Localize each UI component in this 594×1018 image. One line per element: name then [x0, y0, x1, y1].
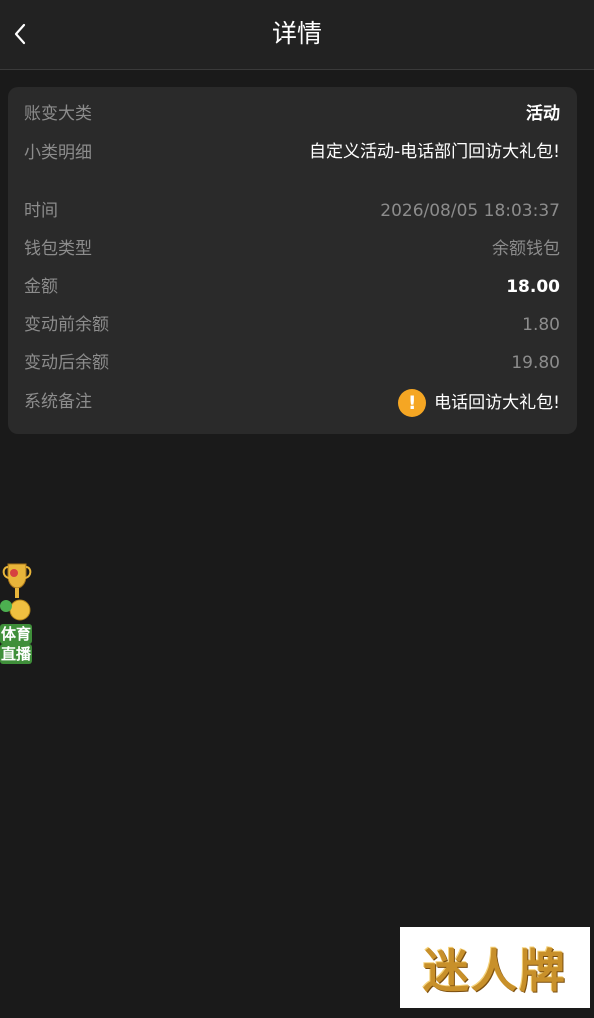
wallet-type-label: 钱包类型 — [24, 239, 92, 259]
page-title: 详情 — [271, 19, 322, 48]
row-time: 时间 2026/08/05 18:03:37 — [24, 198, 560, 224]
subcategory-label: 小类明细 — [24, 143, 92, 163]
sports-live-floating-button[interactable]: 体育 直播 — [0, 560, 34, 664]
amount-label: 金额 — [24, 277, 58, 297]
wallet-type-value: 余额钱包 — [492, 239, 560, 259]
row-remark: 系统备注 ! 电话回访大礼包! — [24, 389, 560, 417]
time-label: 时间 — [24, 201, 58, 221]
category-label: 账变大类 — [24, 104, 92, 124]
balance-after-label: 变动后余额 — [24, 353, 109, 373]
row-wallet-type: 钱包类型 余额钱包 — [24, 236, 560, 262]
subcategory-value: 自定义活动-电话部门回访大礼包! — [309, 142, 560, 162]
header-bar: 详情 — [0, 0, 594, 70]
time-value: 2026/08/05 18:03:37 — [380, 201, 560, 221]
remark-value-group: ! 电话回访大礼包! — [398, 389, 560, 417]
balance-before-label: 变动前余额 — [24, 315, 109, 335]
trophy-icon — [0, 563, 32, 621]
brand-watermark: 迷人牌 — [400, 927, 590, 1008]
row-balance-before: 变动前余额 1.80 — [24, 312, 560, 338]
exclamation-icon: ! — [398, 389, 427, 417]
badge-line-1: 体育 — [0, 624, 32, 644]
row-subcategory: 小类明细 自定义活动-电话部门回访大礼包! — [24, 140, 560, 166]
balance-before-value: 1.80 — [522, 315, 560, 335]
detail-card: 账变大类 活动 小类明细 自定义活动-电话部门回访大礼包! 时间 2026/08… — [8, 87, 577, 434]
category-value: 活动 — [526, 104, 560, 124]
balance-after-value: 19.80 — [511, 353, 560, 373]
row-balance-after: 变动后余额 19.80 — [24, 350, 560, 376]
watermark-text: 迷人牌 — [423, 943, 567, 998]
row-amount: 金额 18.00 — [24, 274, 560, 300]
row-category: 账变大类 活动 — [24, 101, 560, 127]
amount-value: 18.00 — [506, 277, 560, 297]
badge-line-2: 直播 — [0, 644, 32, 664]
remark-value: 电话回访大礼包! — [434, 393, 560, 413]
remark-label: 系统备注 — [24, 392, 92, 412]
